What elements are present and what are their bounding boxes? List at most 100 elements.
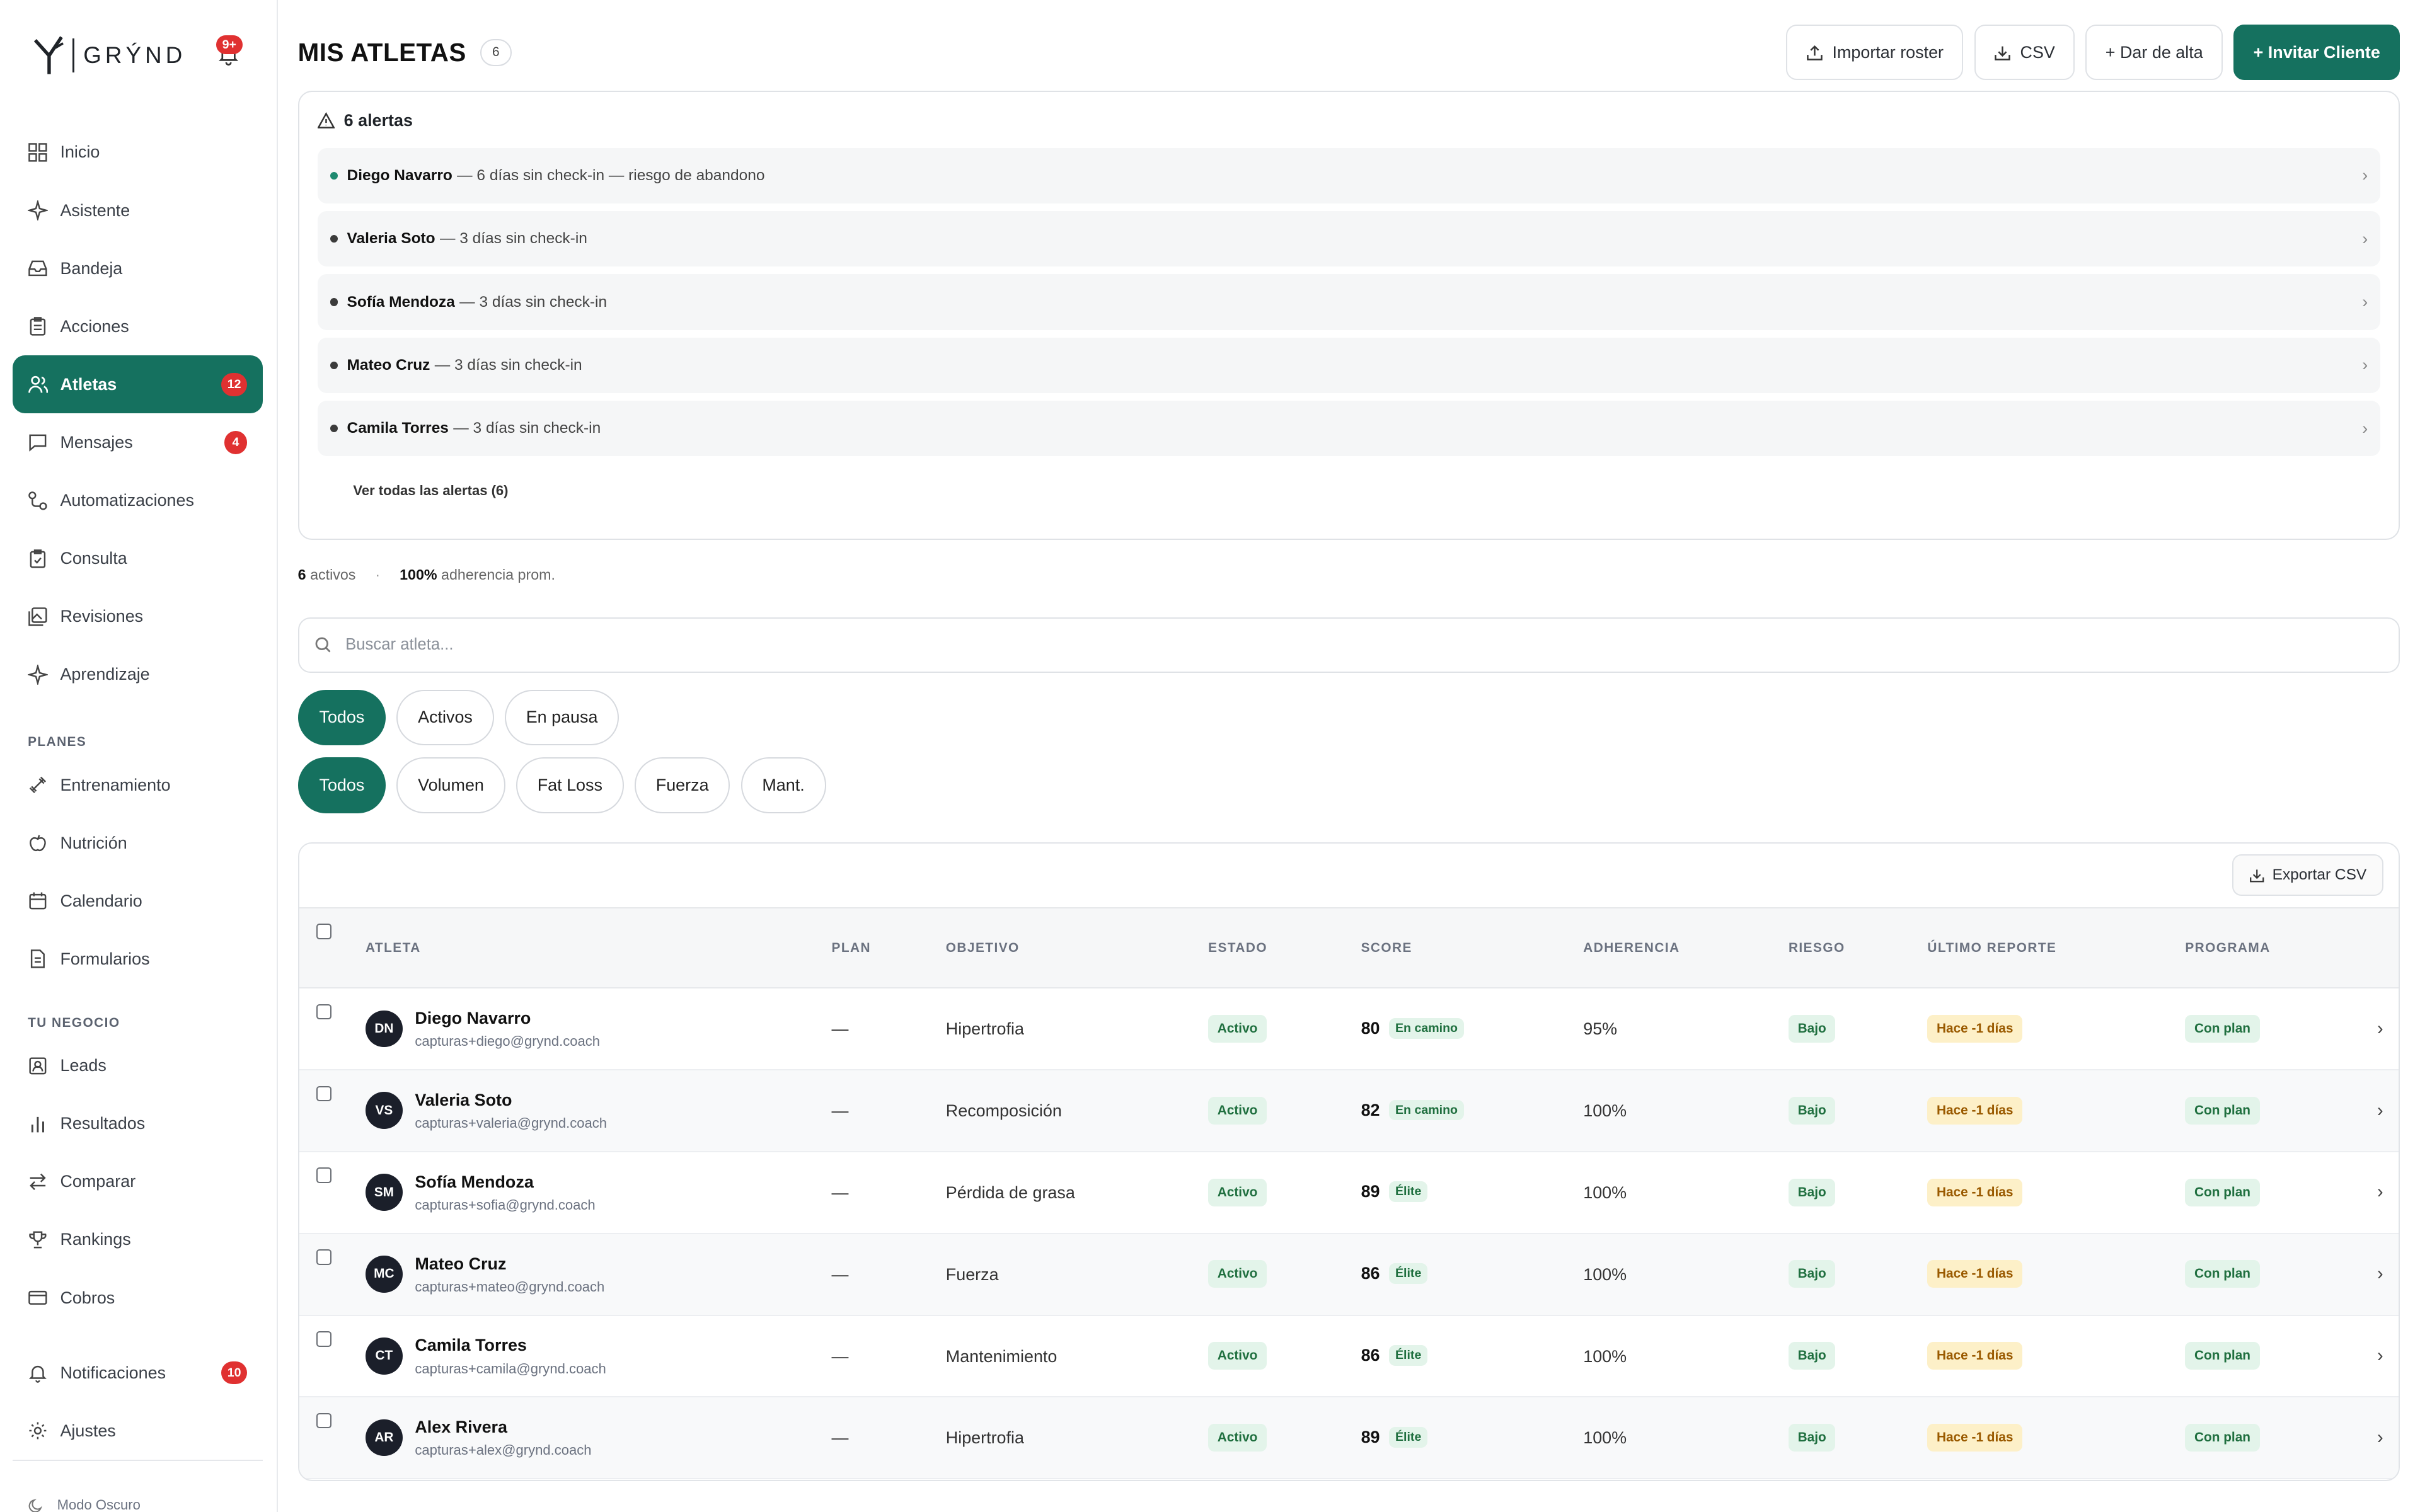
nav-item-automatizaciones[interactable]: Automatizaciones: [13, 471, 263, 529]
col-programa[interactable]: PROGRAMA: [2185, 941, 2270, 956]
nav-item-rankings[interactable]: Rankings: [13, 1211, 263, 1269]
chevron-right-icon[interactable]: ›: [2377, 1181, 2383, 1203]
athlete-name[interactable]: Valeria Soto: [415, 1091, 512, 1110]
dark-mode-toggle[interactable]: Modo Oscuro: [28, 1497, 141, 1512]
col-score[interactable]: SCORE: [1361, 941, 1412, 956]
nav-badge: 12: [221, 372, 248, 396]
nav-item-asistente[interactable]: Asistente: [13, 181, 263, 239]
nav-item-nutricion[interactable]: Nutrición: [13, 814, 263, 872]
nav-item-acciones[interactable]: Acciones: [13, 297, 263, 355]
filter-goal-fuerza[interactable]: Fuerza: [634, 757, 730, 813]
risk-badge: Bajo: [1788, 1178, 1836, 1206]
export-csv-label: Exportar CSV: [2272, 866, 2367, 884]
table-row[interactable]: CT Camila Torres capturas+camila@grynd.coa…: [299, 1316, 2399, 1398]
col-ultimo-reporte[interactable]: ÚLTIMO REPORTE: [1927, 941, 2056, 956]
nav-item-resultados[interactable]: Resultados: [13, 1095, 263, 1153]
add-athlete-button[interactable]: + Dar de alta: [2085, 25, 2223, 81]
nav-item-notificaciones[interactable]: Notificaciones 10: [13, 1344, 263, 1402]
athlete-name[interactable]: Diego Navarro: [415, 1009, 531, 1028]
invite-client-button[interactable]: + Invitar Cliente: [2233, 25, 2400, 81]
chevron-right-icon[interactable]: ›: [2377, 1345, 2383, 1366]
alert-item[interactable]: Camila Torres — 3 días sin check-in ›: [318, 401, 2380, 457]
filter-goal-volumen[interactable]: Volumen: [396, 757, 505, 813]
nav-item-cobros[interactable]: Cobros: [13, 1269, 263, 1327]
nav-item-bandeja[interactable]: Bandeja: [13, 239, 263, 297]
athlete-name[interactable]: Sofía Mendoza: [415, 1172, 533, 1192]
csv-button[interactable]: CSV: [1974, 25, 2075, 81]
table-row[interactable]: AR Alex Rivera capturas+alex@grynd.coach — H…: [299, 1397, 2399, 1480]
nav-label: Ajustes: [60, 1421, 116, 1440]
users-icon: [28, 376, 48, 394]
col-estado[interactable]: ESTADO: [1208, 941, 1267, 956]
table-row[interactable]: DN Diego Navarro capturas+diego@grynd.coac…: [299, 988, 2399, 1071]
col-adherencia[interactable]: ADHERENCIA: [1583, 941, 1680, 956]
nav-item-entrenamiento[interactable]: Entrenamiento: [13, 756, 263, 814]
nav-item-aprendizaje[interactable]: Aprendizaje: [13, 646, 263, 704]
nav-label: Inicio: [60, 142, 100, 162]
last-report-badge: Hace -1 días: [1927, 1014, 2023, 1043]
table-row[interactable]: SM Sofía Mendoza capturas+sofia@grynd.coac…: [299, 1152, 2399, 1234]
chevron-right-icon[interactable]: ›: [2377, 1018, 2383, 1040]
nav-item-inicio[interactable]: Inicio: [13, 123, 263, 181]
alerts-title: 6 alertas: [343, 110, 413, 130]
nav-label: Asistente: [60, 200, 130, 220]
filter-goal-todos[interactable]: Todos: [297, 757, 386, 813]
table-row[interactable]: VS Valeria Soto capturas+valeria@grynd.coa…: [299, 1070, 2399, 1152]
table-header: ATLETA PLAN OBJETIVO ESTADO SCORE ADHERE…: [299, 907, 2399, 989]
chevron-right-icon[interactable]: ›: [2377, 1100, 2383, 1121]
see-all-alerts-link[interactable]: Ver todas las alertas (6): [353, 483, 508, 499]
row-checkbox[interactable]: [316, 1331, 332, 1347]
alert-item[interactable]: Mateo Cruz — 3 días sin check-in ›: [318, 337, 2380, 394]
nav-item-formularios[interactable]: Formularios: [13, 930, 263, 988]
nav-label: Consulta: [60, 548, 127, 568]
filter-status-todos[interactable]: Todos: [297, 689, 386, 745]
nav-item-revisiones[interactable]: Revisiones: [13, 588, 263, 646]
last-report-badge: Hace -1 días: [1927, 1423, 2023, 1452]
athlete-name[interactable]: Alex Rivera: [415, 1418, 507, 1437]
nav-item-calendario[interactable]: Calendario: [13, 872, 263, 930]
table-row[interactable]: MC Mateo Cruz capturas+mateo@grynd.coach — F…: [299, 1234, 2399, 1316]
moon-icon: [28, 1498, 43, 1512]
search-input[interactable]: Buscar atleta...: [297, 617, 2400, 673]
export-csv-button[interactable]: Exportar CSV: [2232, 854, 2383, 896]
alert-dot: [330, 425, 338, 433]
athlete-name[interactable]: Camila Torres: [415, 1336, 527, 1355]
nav-item-comparar[interactable]: Comparar: [13, 1153, 263, 1211]
row-checkbox[interactable]: [316, 1249, 332, 1265]
row-checkbox[interactable]: [316, 1004, 332, 1020]
chevron-right-icon[interactable]: ›: [2377, 1427, 2383, 1448]
chevron-right-icon[interactable]: ›: [2377, 1263, 2383, 1285]
sparkle-icon: [28, 664, 48, 685]
filter-status-en-pausa[interactable]: En pausa: [504, 689, 619, 745]
row-checkbox[interactable]: [316, 1085, 332, 1102]
nav-label: Automatizaciones: [60, 490, 194, 510]
filter-goal-fat-loss[interactable]: Fat Loss: [516, 757, 624, 813]
filter-goal-mant[interactable]: Mant.: [740, 757, 826, 813]
col-riesgo[interactable]: RIESGO: [1789, 941, 1845, 956]
program-badge: Con plan: [2185, 1014, 2260, 1043]
row-checkbox[interactable]: [316, 1412, 332, 1429]
athlete-name[interactable]: Mateo Cruz: [415, 1254, 506, 1274]
nav-item-ajustes[interactable]: Ajustes: [13, 1402, 263, 1460]
col-atleta[interactable]: ATLETA: [366, 941, 421, 956]
section-title-negocio: TU NEGOCIO: [28, 1015, 120, 1030]
select-all-checkbox[interactable]: [316, 924, 332, 939]
nav-item-consulta[interactable]: Consulta: [13, 529, 263, 587]
col-objetivo[interactable]: OBJETIVO: [946, 941, 1020, 956]
alert-item[interactable]: Sofía Mendoza — 3 días sin check-in ›: [318, 274, 2380, 330]
alert-item[interactable]: Valeria Soto — 3 días sin check-in ›: [318, 211, 2380, 267]
row-checkbox[interactable]: [316, 1167, 332, 1183]
import-roster-button[interactable]: Importar roster: [1786, 25, 1964, 81]
nav-item-atletas[interactable]: Atletas 12: [12, 355, 263, 414]
nav-item-mensajes[interactable]: Mensajes 4: [13, 413, 263, 471]
section-title-planes: PLANES: [28, 734, 87, 749]
nav-item-leads[interactable]: Leads: [13, 1037, 263, 1095]
alert-item[interactable]: Diego Navarro — 6 días sin check-in — rie…: [318, 147, 2380, 203]
filter-status-activos[interactable]: Activos: [396, 689, 494, 745]
alert-text: — 3 días sin check-in: [453, 420, 601, 437]
alert-athlete: Diego Navarro: [347, 166, 452, 184]
col-plan[interactable]: PLAN: [832, 941, 872, 956]
alert-text: — 3 días sin check-in: [459, 293, 608, 311]
invite-client-label: + Invitar Cliente: [2253, 42, 2380, 62]
nav-label: Nutrición: [60, 833, 127, 852]
